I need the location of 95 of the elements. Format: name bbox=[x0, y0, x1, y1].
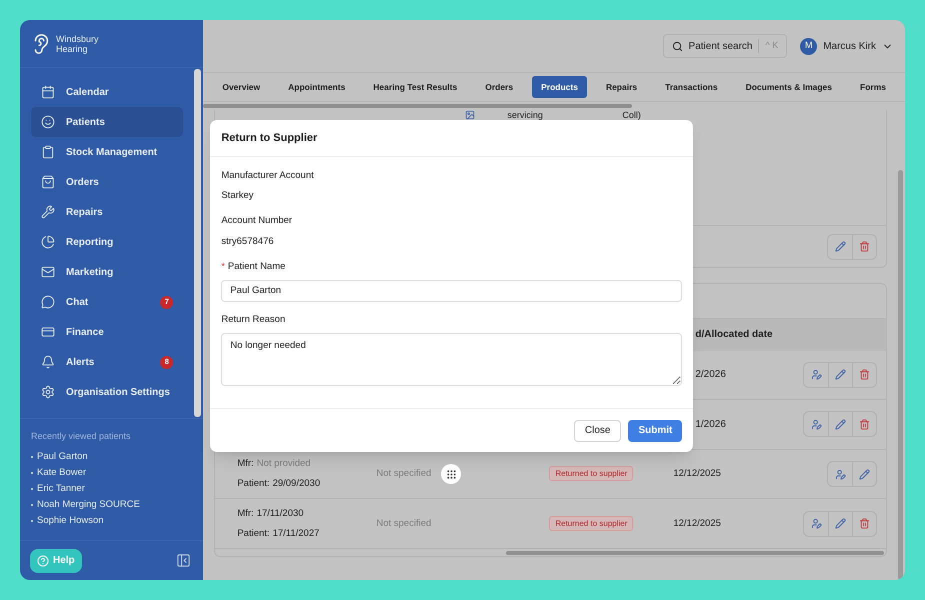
field-label: Mfr: bbox=[237, 456, 254, 471]
section-title: Recently viewed patients bbox=[31, 430, 132, 443]
pencil-icon bbox=[835, 418, 846, 430]
table-cell-text: 1/2026 bbox=[695, 418, 727, 432]
product-cell-text: servicing bbox=[507, 110, 544, 120]
close-button[interactable]: Close bbox=[574, 420, 622, 442]
recent-patient-link[interactable]: Noah Merging SOURCE bbox=[37, 498, 140, 512]
tab[interactable]: Documents & Images bbox=[736, 76, 842, 98]
nav-item[interactable]: Stock Management bbox=[31, 137, 184, 167]
user-edit-icon bbox=[810, 418, 822, 430]
settings-icon bbox=[41, 385, 55, 399]
tab[interactable]: Overview bbox=[213, 76, 270, 98]
bell-icon bbox=[41, 355, 55, 369]
brand-name: Windsbury bbox=[56, 34, 99, 44]
status-badge: Returned to supplier bbox=[549, 516, 634, 531]
nav-item[interactable]: Orders bbox=[31, 167, 184, 197]
table-cell-text: 12/12/2025 bbox=[673, 466, 722, 481]
scrollbar-thumb[interactable] bbox=[898, 170, 903, 580]
field-value: Starkey bbox=[221, 189, 255, 204]
required-mark: * bbox=[221, 260, 225, 273]
scrollbar-thumb[interactable] bbox=[506, 550, 884, 555]
field-value: stry6578476 bbox=[221, 234, 275, 248]
nav-item[interactable]: Patients bbox=[31, 107, 184, 137]
clipboard-icon bbox=[41, 145, 55, 159]
bag-icon bbox=[41, 175, 55, 189]
trash-icon bbox=[859, 518, 870, 530]
field-label: Account Number bbox=[221, 214, 292, 228]
scrollbar-thumb[interactable] bbox=[203, 104, 632, 108]
user-edit-icon bbox=[834, 468, 846, 480]
table-cell-text: 17/11/2030 bbox=[256, 506, 304, 520]
mail-icon bbox=[41, 265, 55, 279]
tab[interactable]: Orders bbox=[476, 76, 522, 98]
tab[interactable]: Products bbox=[532, 76, 587, 98]
pencil-icon bbox=[834, 241, 846, 252]
avatar: M bbox=[800, 38, 818, 54]
tab[interactable]: Transactions bbox=[656, 76, 727, 98]
trash-icon bbox=[859, 369, 870, 380]
help-icon bbox=[37, 554, 49, 566]
grip-button[interactable] bbox=[441, 464, 462, 484]
nav-item[interactable]: Calendar bbox=[31, 77, 184, 107]
shortcut-hint: ^ K bbox=[765, 39, 778, 52]
table-cell: Not specified bbox=[376, 518, 432, 529]
column-header: d/Allocated date bbox=[695, 328, 773, 342]
patient-search-button[interactable]: Patient search ^ K bbox=[662, 34, 788, 58]
user-edit-icon bbox=[810, 369, 822, 380]
field-label: Patient: bbox=[237, 477, 270, 492]
field-label: Patient Name bbox=[228, 260, 286, 274]
table-cell-text: Not provided bbox=[256, 456, 311, 471]
tab[interactable]: Appointments bbox=[279, 76, 354, 98]
field-label: Patient: bbox=[237, 526, 270, 541]
recent-patient-link[interactable]: Paul Garton bbox=[37, 450, 88, 464]
user-edit-icon bbox=[810, 518, 822, 530]
table-cell: 29/09/2030 bbox=[272, 477, 320, 492]
brand-name: Hearing bbox=[56, 44, 88, 54]
pencil-icon bbox=[835, 518, 846, 530]
recent-patient-link[interactable]: Sophie Howson bbox=[37, 514, 104, 528]
table-cell-text: 12/12/2025 bbox=[673, 516, 722, 531]
table-cell: Not specified bbox=[376, 468, 432, 479]
nav-item[interactable]: Organisation Settings bbox=[31, 377, 184, 407]
search-icon bbox=[672, 40, 683, 52]
status-badge: Returned to supplier bbox=[549, 466, 634, 481]
nav-item[interactable]: Repairs bbox=[31, 197, 184, 227]
recent-patient-link[interactable]: Eric Tanner bbox=[37, 482, 85, 496]
field-label: Manufacturer Account bbox=[221, 169, 314, 183]
product-cell: Coll) bbox=[622, 110, 641, 120]
thumbnail-icon bbox=[465, 110, 476, 120]
tab[interactable]: Hearing Test Results bbox=[364, 76, 466, 98]
modal-title: Return to Supplier bbox=[221, 130, 318, 146]
wrench-icon bbox=[41, 205, 55, 219]
tab[interactable]: Forms bbox=[851, 76, 895, 98]
trash-icon bbox=[859, 241, 870, 252]
grip-icon bbox=[446, 468, 457, 480]
return-reason-field[interactable]: No longer needed bbox=[221, 333, 682, 386]
nav-item[interactable]: Reporting bbox=[31, 227, 184, 257]
patient-name-field[interactable]: Paul Garton bbox=[221, 280, 682, 302]
user-name: Marcus Kirk bbox=[823, 40, 876, 54]
nav-item[interactable]: Marketing bbox=[31, 257, 184, 287]
pencil-icon bbox=[859, 468, 870, 480]
card-icon bbox=[41, 325, 55, 339]
user-menu[interactable]: M Marcus Kirk bbox=[800, 38, 893, 54]
pencil-icon bbox=[835, 369, 846, 380]
field-label: Return Reason bbox=[221, 312, 286, 327]
submit-button[interactable]: Submit bbox=[628, 420, 682, 442]
collapse-sidebar-icon[interactable] bbox=[176, 553, 192, 568]
pie-chart-icon bbox=[41, 235, 55, 249]
table-cell: 17/11/2027 bbox=[272, 526, 320, 541]
tab[interactable]: Repairs bbox=[596, 76, 646, 98]
trash-icon bbox=[859, 418, 870, 430]
recent-patient-link[interactable]: Kate Bower bbox=[37, 466, 86, 480]
table-cell-text: 2/2026 bbox=[695, 368, 727, 382]
smile-icon bbox=[41, 115, 55, 129]
chat-icon bbox=[41, 295, 55, 309]
field-label: Mfr: bbox=[237, 506, 254, 520]
calendar-icon bbox=[41, 85, 55, 99]
nav-item[interactable]: Finance bbox=[31, 317, 184, 347]
